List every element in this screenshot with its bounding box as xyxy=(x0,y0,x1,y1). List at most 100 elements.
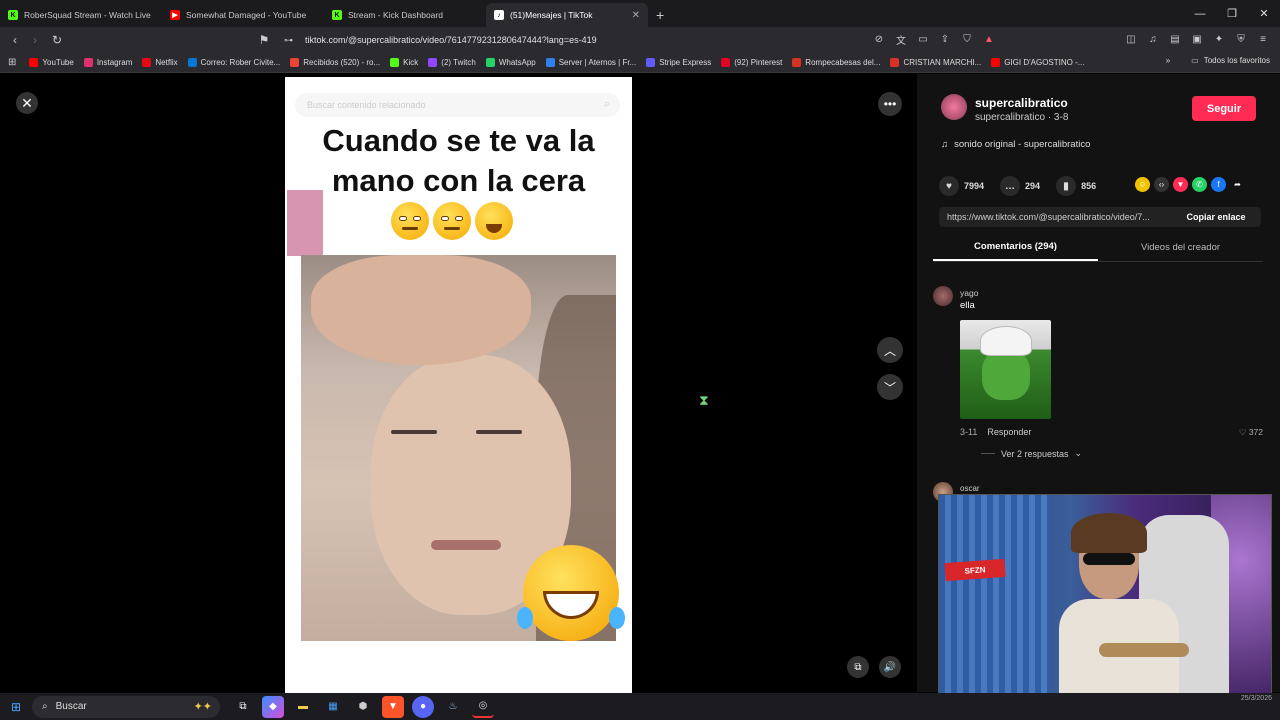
bookmark-item[interactable]: Stripe Express xyxy=(641,58,716,67)
avatar[interactable] xyxy=(933,286,953,306)
comment-like[interactable]: ♡ 372 xyxy=(1239,427,1263,438)
bookmark-item[interactable]: Kick xyxy=(385,58,423,67)
store-icon[interactable]: ▦ xyxy=(322,696,344,718)
video-link-box: https://www.tiktok.com/@supercalibratico… xyxy=(939,207,1261,227)
restore-icon[interactable]: ❐ xyxy=(1216,0,1248,27)
bookmark-favicon-icon xyxy=(991,58,1001,67)
comment-meta: 3-11 Responder xyxy=(960,427,1031,437)
windows-start-icon[interactable]: ⊞ xyxy=(0,693,32,720)
embed-icon[interactable]: ‹› xyxy=(1154,177,1169,192)
save-count: 856 xyxy=(1081,181,1097,191)
back-icon[interactable]: ‹ xyxy=(5,30,25,50)
comment-text: ella xyxy=(960,300,975,311)
close-video-button[interactable]: ✕ xyxy=(16,92,38,114)
vpn-icon[interactable]: ⛨ xyxy=(1232,30,1250,48)
site-info-icon[interactable]: ⊶ xyxy=(284,35,293,46)
picture-in-picture-icon[interactable]: ⧉ xyxy=(847,656,869,678)
music-icon[interactable]: ♫ xyxy=(1144,30,1162,48)
taskbar-search[interactable]: ⌕ Buscar ✦✦ xyxy=(32,695,220,718)
facebook-icon[interactable]: f xyxy=(1211,177,1226,192)
sidebar-icon[interactable]: ◫ xyxy=(1122,30,1140,48)
send-icon[interactable]: ▼ xyxy=(1173,177,1188,192)
avatar[interactable] xyxy=(941,94,967,120)
previous-video-icon[interactable]: ︿ xyxy=(877,337,903,363)
reader-icon[interactable]: ▤ xyxy=(1166,30,1184,48)
chevron-right-icon[interactable]: » xyxy=(1166,56,1170,65)
more-options-icon[interactable]: ••• xyxy=(878,92,902,116)
bookmark-item[interactable]: Recibidos (520) - ro... xyxy=(285,58,385,67)
follow-button[interactable]: Seguir xyxy=(1192,96,1256,121)
tab-creator-videos[interactable]: Videos del creador xyxy=(1098,234,1263,261)
new-tab-button[interactable]: + xyxy=(648,3,672,27)
bookmark-label: Netflix xyxy=(155,58,178,67)
bookmark-favicon-icon xyxy=(290,58,300,67)
ai-icon[interactable]: ✦ xyxy=(1210,30,1228,48)
all-favorites[interactable]: » ▭ Todos los favoritos xyxy=(1166,56,1270,65)
copilot-icon[interactable]: ◆ xyxy=(262,695,284,718)
copy-link-button[interactable]: Copiar enlace xyxy=(1171,212,1261,222)
bookmark-item[interactable]: Netflix xyxy=(137,58,182,67)
brave-icon[interactable]: ▼ xyxy=(382,695,404,718)
next-video-icon[interactable]: ﹀ xyxy=(877,374,903,400)
reply-button[interactable]: Responder xyxy=(987,427,1031,437)
save-button[interactable]: ▮ 856 xyxy=(1056,176,1096,196)
bookmark-favicon-icon xyxy=(142,58,152,67)
apps-icon[interactable]: ⊞ xyxy=(0,57,24,68)
minimize-icon[interactable]: — xyxy=(1184,0,1216,27)
wallet-icon[interactable]: ▣ xyxy=(1188,30,1206,48)
coin-icon[interactable]: ☺ xyxy=(1135,177,1150,192)
mouth xyxy=(431,540,501,550)
tab-comments[interactable]: Comentarios (294) xyxy=(933,234,1098,261)
browser-tab-active[interactable]: ♪ (51)Mensajes | TikTok ✕ xyxy=(486,3,648,27)
cast-icon[interactable]: ▭ xyxy=(914,30,932,48)
rewards-icon[interactable]: ▲ xyxy=(980,30,998,48)
view-replies-button[interactable]: Ver 2 respuestas ⌄ xyxy=(981,448,1082,459)
bookmark-item[interactable]: (2) Twitch xyxy=(423,58,481,67)
related-search-input[interactable]: Buscar contenido relacionado ⌕ xyxy=(295,93,620,117)
sound-link[interactable]: ♫ sonido original - supercalibratico xyxy=(941,139,1090,150)
bookmark-icon[interactable]: ⚑ xyxy=(254,30,274,50)
menu-icon[interactable]: ≡ xyxy=(1254,30,1272,48)
translate-icon[interactable]: 文 xyxy=(892,30,910,48)
bookmark-item[interactable]: Correo: Rober Civite... xyxy=(183,58,286,67)
comment-button[interactable]: … 294 xyxy=(1000,176,1040,196)
browser-tab[interactable]: ▶ Somewhat Damaged - YouTube xyxy=(162,3,324,27)
caption-line-1: Cuando se te va la xyxy=(322,123,595,158)
browser-tab[interactable]: K Stream - Kick Dashboard xyxy=(324,3,486,27)
share-icon[interactable]: ⇪ xyxy=(936,30,954,48)
extension-icon[interactable]: ⊘ xyxy=(870,30,888,48)
browser-tab[interactable]: K RoberSquad Stream - Watch Live xyxy=(0,3,162,27)
share-arrow-icon[interactable]: ➦ xyxy=(1230,177,1245,192)
bookmark-item[interactable]: (92) Pinterest xyxy=(716,58,787,67)
close-window-icon[interactable]: ✕ xyxy=(1248,0,1280,27)
bookmark-item[interactable]: Rompecabesas del... xyxy=(787,58,885,67)
cartoon-dog-sticker xyxy=(287,190,323,256)
bookmark-item[interactable]: WhatsApp xyxy=(481,58,541,67)
brave-shield-icon[interactable]: ⛉ xyxy=(958,30,976,48)
comment-user[interactable]: yago xyxy=(960,288,978,298)
task-view-icon[interactable]: ⧉ xyxy=(232,696,254,718)
video-player[interactable]: Buscar contenido relacionado ⌕ Cuando se… xyxy=(285,77,632,693)
forward-icon[interactable]: › xyxy=(25,30,45,50)
bookmark-item[interactable]: Instagram xyxy=(79,58,138,67)
obs-icon[interactable]: ◎ xyxy=(472,696,494,718)
like-button[interactable]: ♥ 7994 xyxy=(939,176,984,196)
whatsapp-icon[interactable]: ✆ xyxy=(1192,177,1207,192)
video-link[interactable]: https://www.tiktok.com/@supercalibratico… xyxy=(939,212,1171,222)
reload-icon[interactable]: ↻ xyxy=(47,30,67,50)
file-explorer-icon[interactable]: ▬ xyxy=(292,696,314,718)
app-icon[interactable]: ⬢ xyxy=(352,696,374,718)
steam-icon[interactable]: ♨ xyxy=(442,696,464,718)
close-tab-icon[interactable]: ✕ xyxy=(632,10,640,21)
creator-name[interactable]: supercalibratico xyxy=(975,96,1068,110)
streamer xyxy=(1059,513,1189,711)
bookmark-favicon-icon xyxy=(890,58,900,67)
volume-icon[interactable]: 🔊 xyxy=(879,656,901,678)
search-icon[interactable]: ⌕ xyxy=(604,98,610,111)
discord-icon[interactable]: ● xyxy=(412,695,434,718)
comment-user[interactable]: oscar xyxy=(960,484,980,493)
bookmark-item[interactable]: CRISTIAN MARCHI... xyxy=(885,58,986,67)
bookmark-item[interactable]: GIGI D'AGOSTINO -... xyxy=(986,58,1089,67)
bookmark-item[interactable]: YouTube xyxy=(24,58,78,67)
bookmark-item[interactable]: Server | Aternos | Fr... xyxy=(541,58,642,67)
